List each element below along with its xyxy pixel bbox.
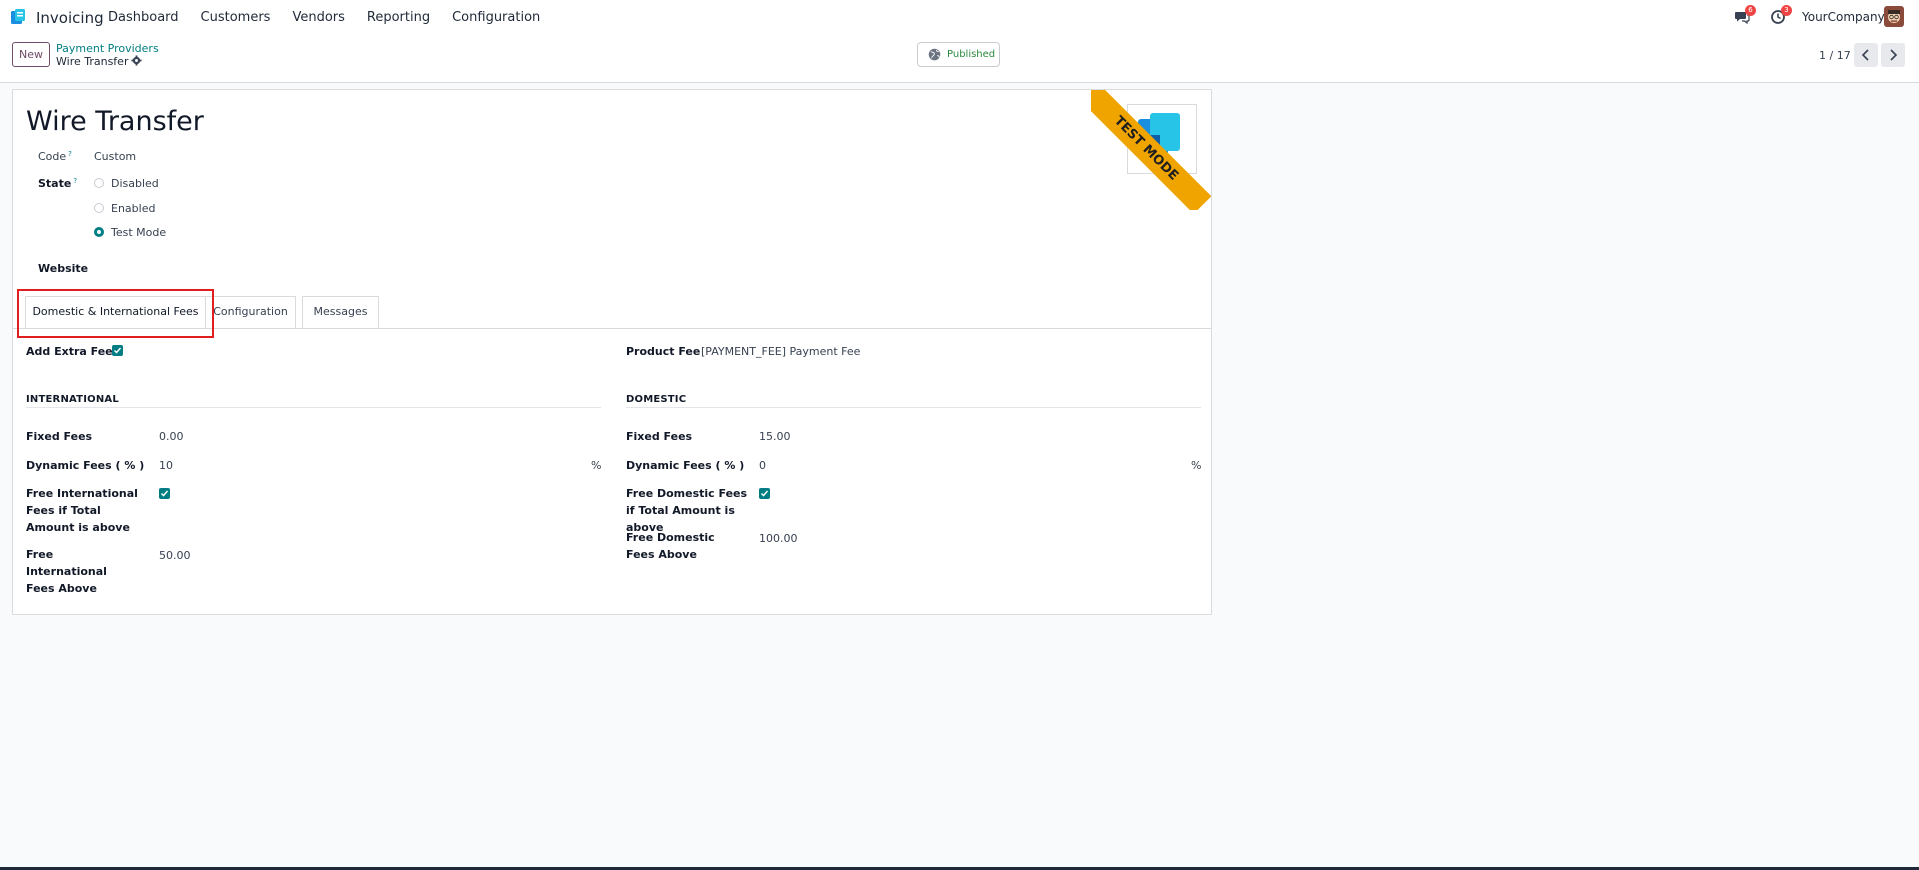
- gear-icon[interactable]: [131, 55, 142, 66]
- menu-vendors[interactable]: Vendors: [292, 10, 344, 25]
- pager-next-button[interactable]: [1881, 43, 1905, 67]
- intl-fixed-fees-value[interactable]: 0.00: [159, 430, 184, 443]
- pager-previous-button[interactable]: [1854, 43, 1878, 67]
- globe-icon: [928, 48, 941, 61]
- state-label-text: State: [38, 177, 72, 190]
- user-avatar[interactable]: [1884, 6, 1904, 27]
- tab-messages[interactable]: Messages: [302, 296, 379, 328]
- messages-button[interactable]: 6: [1734, 5, 1756, 25]
- intl-free-fees-above-value[interactable]: 50.00: [159, 549, 191, 562]
- product-fee-label: Product Fee: [626, 345, 701, 358]
- state-help-icon[interactable]: ?: [73, 177, 77, 185]
- intl-dynamic-fees-unit: %: [591, 459, 602, 472]
- invoicing-app-icon[interactable]: [10, 9, 26, 25]
- dom-fixed-fees-value[interactable]: 15.00: [759, 430, 791, 443]
- form-sheet: TEST MODE Wire Transfer Code? Custom Sta…: [12, 89, 1212, 615]
- main-menu: Dashboard Customers Vendors Reporting Co…: [108, 10, 562, 25]
- menu-customers[interactable]: Customers: [201, 10, 271, 25]
- state-label: State?: [38, 177, 77, 190]
- control-panel: New Payment Providers Wire Transfer Publ…: [0, 34, 1919, 83]
- domestic-section-rule: [626, 407, 1201, 408]
- test-mode-ribbon: TEST MODE: [1091, 90, 1211, 210]
- dom-dynamic-fees-label: Dynamic Fees ( % ): [626, 459, 745, 472]
- menu-configuration[interactable]: Configuration: [452, 10, 540, 25]
- activities-button[interactable]: 3: [1770, 5, 1792, 25]
- state-option-test-mode[interactable]: Test Mode: [111, 226, 166, 239]
- intl-free-fees-checkbox[interactable]: [159, 488, 170, 499]
- dom-dynamic-fees-unit: %: [1191, 459, 1202, 472]
- check-icon: [160, 490, 169, 497]
- activities-badge: 3: [1781, 5, 1792, 16]
- chevron-right-icon: [1890, 49, 1898, 61]
- published-button[interactable]: Published: [917, 42, 1000, 67]
- add-extra-fee-checkbox[interactable]: [112, 345, 123, 356]
- code-help-icon[interactable]: ?: [68, 150, 72, 158]
- dom-free-fees-above-label: Free Domestic Fees Above: [626, 531, 715, 561]
- product-fee-value[interactable]: [PAYMENT_FEE] Payment Fee: [701, 345, 860, 358]
- menu-dashboard[interactable]: Dashboard: [108, 10, 179, 25]
- dom-dynamic-fees-value[interactable]: 0: [759, 459, 766, 472]
- intl-fixed-fees-label: Fixed Fees: [26, 430, 93, 443]
- intl-dynamic-fees-label: Dynamic Fees ( % ): [26, 459, 145, 472]
- tab-configuration[interactable]: Configuration: [206, 296, 296, 328]
- international-section-title: INTERNATIONAL: [26, 394, 119, 405]
- add-extra-fee-label: Add Extra Fee: [26, 345, 113, 358]
- check-icon: [113, 347, 122, 354]
- app-name[interactable]: Invoicing: [36, 9, 104, 27]
- code-value: Custom: [94, 150, 137, 163]
- messages-badge: 6: [1745, 5, 1756, 16]
- new-button[interactable]: New: [12, 42, 50, 67]
- website-label-text: Website: [38, 262, 89, 275]
- active-tab-highlight: [17, 289, 214, 338]
- company-switcher[interactable]: YourCompany: [1802, 10, 1885, 24]
- pager-value[interactable]: 1 / 17: [1819, 49, 1851, 62]
- intl-free-fees-label: Free International Fees if Total Amount …: [26, 487, 138, 534]
- code-label: Code?: [38, 150, 72, 163]
- record-title: Wire Transfer: [26, 106, 204, 137]
- state-radio-enabled[interactable]: [94, 203, 104, 213]
- state-option-disabled[interactable]: Disabled: [111, 177, 159, 190]
- state-radio-disabled[interactable]: [94, 178, 104, 188]
- dom-free-fees-above-value[interactable]: 100.00: [759, 532, 798, 545]
- breadcrumb-current: Wire Transfer: [56, 55, 129, 68]
- intl-free-fees-above-label: Free International Fees Above: [26, 548, 107, 595]
- chevron-left-icon: [1861, 49, 1869, 61]
- international-section-rule: [26, 407, 601, 408]
- ribbon-label: TEST MODE: [1091, 90, 1211, 210]
- website-label: Website: [38, 262, 88, 275]
- published-label: Published: [947, 49, 996, 60]
- intl-dynamic-fees-value[interactable]: 10: [159, 459, 173, 472]
- domestic-section-title: DOMESTIC: [626, 394, 687, 405]
- state-radio-test-mode[interactable]: [94, 227, 104, 237]
- code-label-text: Code: [38, 150, 67, 163]
- check-icon: [760, 490, 769, 497]
- dom-fixed-fees-label: Fixed Fees: [626, 430, 693, 443]
- menu-reporting[interactable]: Reporting: [367, 10, 430, 25]
- state-option-enabled[interactable]: Enabled: [111, 202, 155, 215]
- dom-free-fees-checkbox[interactable]: [759, 488, 770, 499]
- breadcrumb-parent[interactable]: Payment Providers: [56, 42, 159, 55]
- top-navbar: Invoicing Dashboard Customers Vendors Re…: [0, 0, 1919, 34]
